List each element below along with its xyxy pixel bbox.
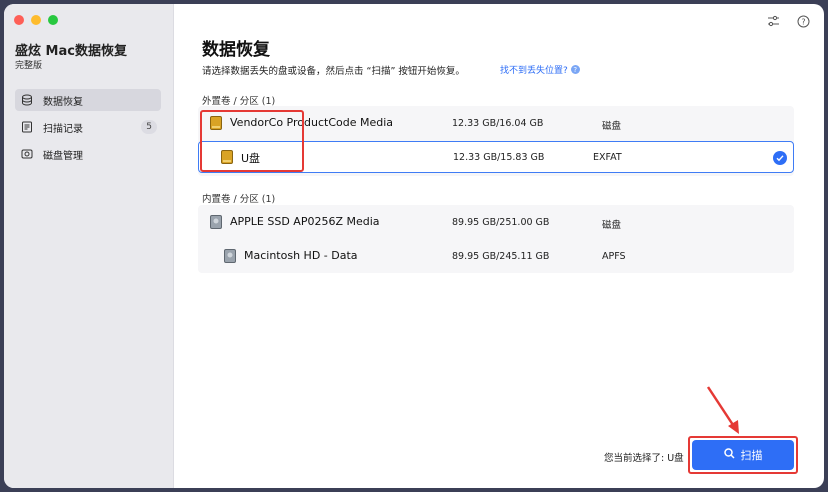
- sidebar-nav: 数据恢复 扫描记录 5 磁盘管理: [15, 89, 161, 170]
- volume-size: 12.33 GB/15.83 GB: [453, 152, 545, 163]
- help-link[interactable]: 找不到丢失位置? ?: [500, 63, 580, 76]
- volume-size: 89.95 GB/251.00 GB: [452, 217, 550, 228]
- question-icon: ?: [570, 65, 580, 74]
- page-subtitle: 请选择数据丢失的盘或设备，然后点击 “扫描” 按钮开始恢复。: [202, 66, 465, 77]
- help-link-label: 找不到丢失位置?: [500, 66, 568, 76]
- sidebar-item-scan-history[interactable]: 扫描记录 5: [15, 116, 161, 138]
- scan-button-label: 扫描: [740, 449, 763, 462]
- sidebar-item-label: 磁盘管理: [43, 150, 83, 162]
- toolbar-icons: ?: [766, 14, 810, 28]
- volume-size: 12.33 GB/16.04 GB: [452, 118, 544, 129]
- volume-filesystem: APFS: [602, 251, 626, 262]
- page-title: 数据恢复: [202, 40, 270, 60]
- volume-filesystem: 磁盘: [602, 121, 622, 132]
- main-panel: ? 数据恢复 请选择数据丢失的盘或设备，然后点击 “扫描” 按钮开始恢复。 找不…: [174, 4, 824, 488]
- sidebar-item-data-recovery[interactable]: 数据恢复: [15, 89, 161, 111]
- sidebar-item-label: 扫描记录: [43, 123, 83, 135]
- app-edition: 完整版: [15, 61, 43, 71]
- scan-count-badge: 5: [141, 120, 157, 134]
- volume-filesystem: EXFAT: [593, 152, 622, 163]
- help-icon[interactable]: ?: [796, 14, 810, 28]
- annotation-box: [200, 110, 304, 172]
- annotation-arrow-icon: [706, 386, 739, 434]
- volume-row[interactable]: APPLE SSD AP0256Z Media 89.95 GB/251.00 …: [198, 207, 794, 239]
- search-icon: [723, 448, 735, 462]
- volume-name: Macintosh HD - Data: [244, 249, 358, 262]
- internal-volume-list: APPLE SSD AP0256Z Media 89.95 GB/251.00 …: [198, 205, 794, 273]
- internal-disk-icon: [210, 215, 222, 229]
- disk-management-icon: [21, 148, 33, 160]
- zoom-window-button[interactable]: [48, 15, 58, 25]
- window-controls: [14, 15, 58, 25]
- data-recovery-icon: [21, 94, 33, 106]
- sidebar-item-label: 数据恢复: [43, 96, 83, 108]
- svg-text:?: ?: [801, 17, 805, 26]
- app-window: 盛炫 Mac数据恢复 完整版 数据恢复 扫描记录 5 磁盘管理 ? 数据恢复 请…: [4, 4, 824, 488]
- close-window-button[interactable]: [14, 15, 24, 25]
- volume-filesystem: 磁盘: [602, 220, 622, 231]
- volume-row[interactable]: Macintosh HD - Data 89.95 GB/245.11 GB A…: [198, 241, 794, 273]
- volume-size: 89.95 GB/245.11 GB: [452, 251, 550, 262]
- settings-sliders-icon[interactable]: [766, 14, 780, 28]
- scan-history-icon: [21, 121, 33, 133]
- selected-check-icon: [773, 151, 787, 165]
- internal-volume-icon: [224, 249, 236, 263]
- sidebar: 盛炫 Mac数据恢复 完整版 数据恢复 扫描记录 5 磁盘管理: [4, 4, 174, 488]
- app-title: 盛炫 Mac数据恢复: [15, 44, 127, 59]
- minimize-window-button[interactable]: [31, 15, 41, 25]
- current-selection-text: 您当前选择了: U盘: [604, 453, 684, 464]
- scan-button[interactable]: 扫描: [692, 440, 794, 470]
- external-section-label: 外置卷 / 分区 (1): [202, 96, 276, 107]
- volume-name: APPLE SSD AP0256Z Media: [230, 215, 380, 228]
- internal-section-label: 内置卷 / 分区 (1): [202, 194, 276, 205]
- sidebar-item-disk-management[interactable]: 磁盘管理: [15, 143, 161, 165]
